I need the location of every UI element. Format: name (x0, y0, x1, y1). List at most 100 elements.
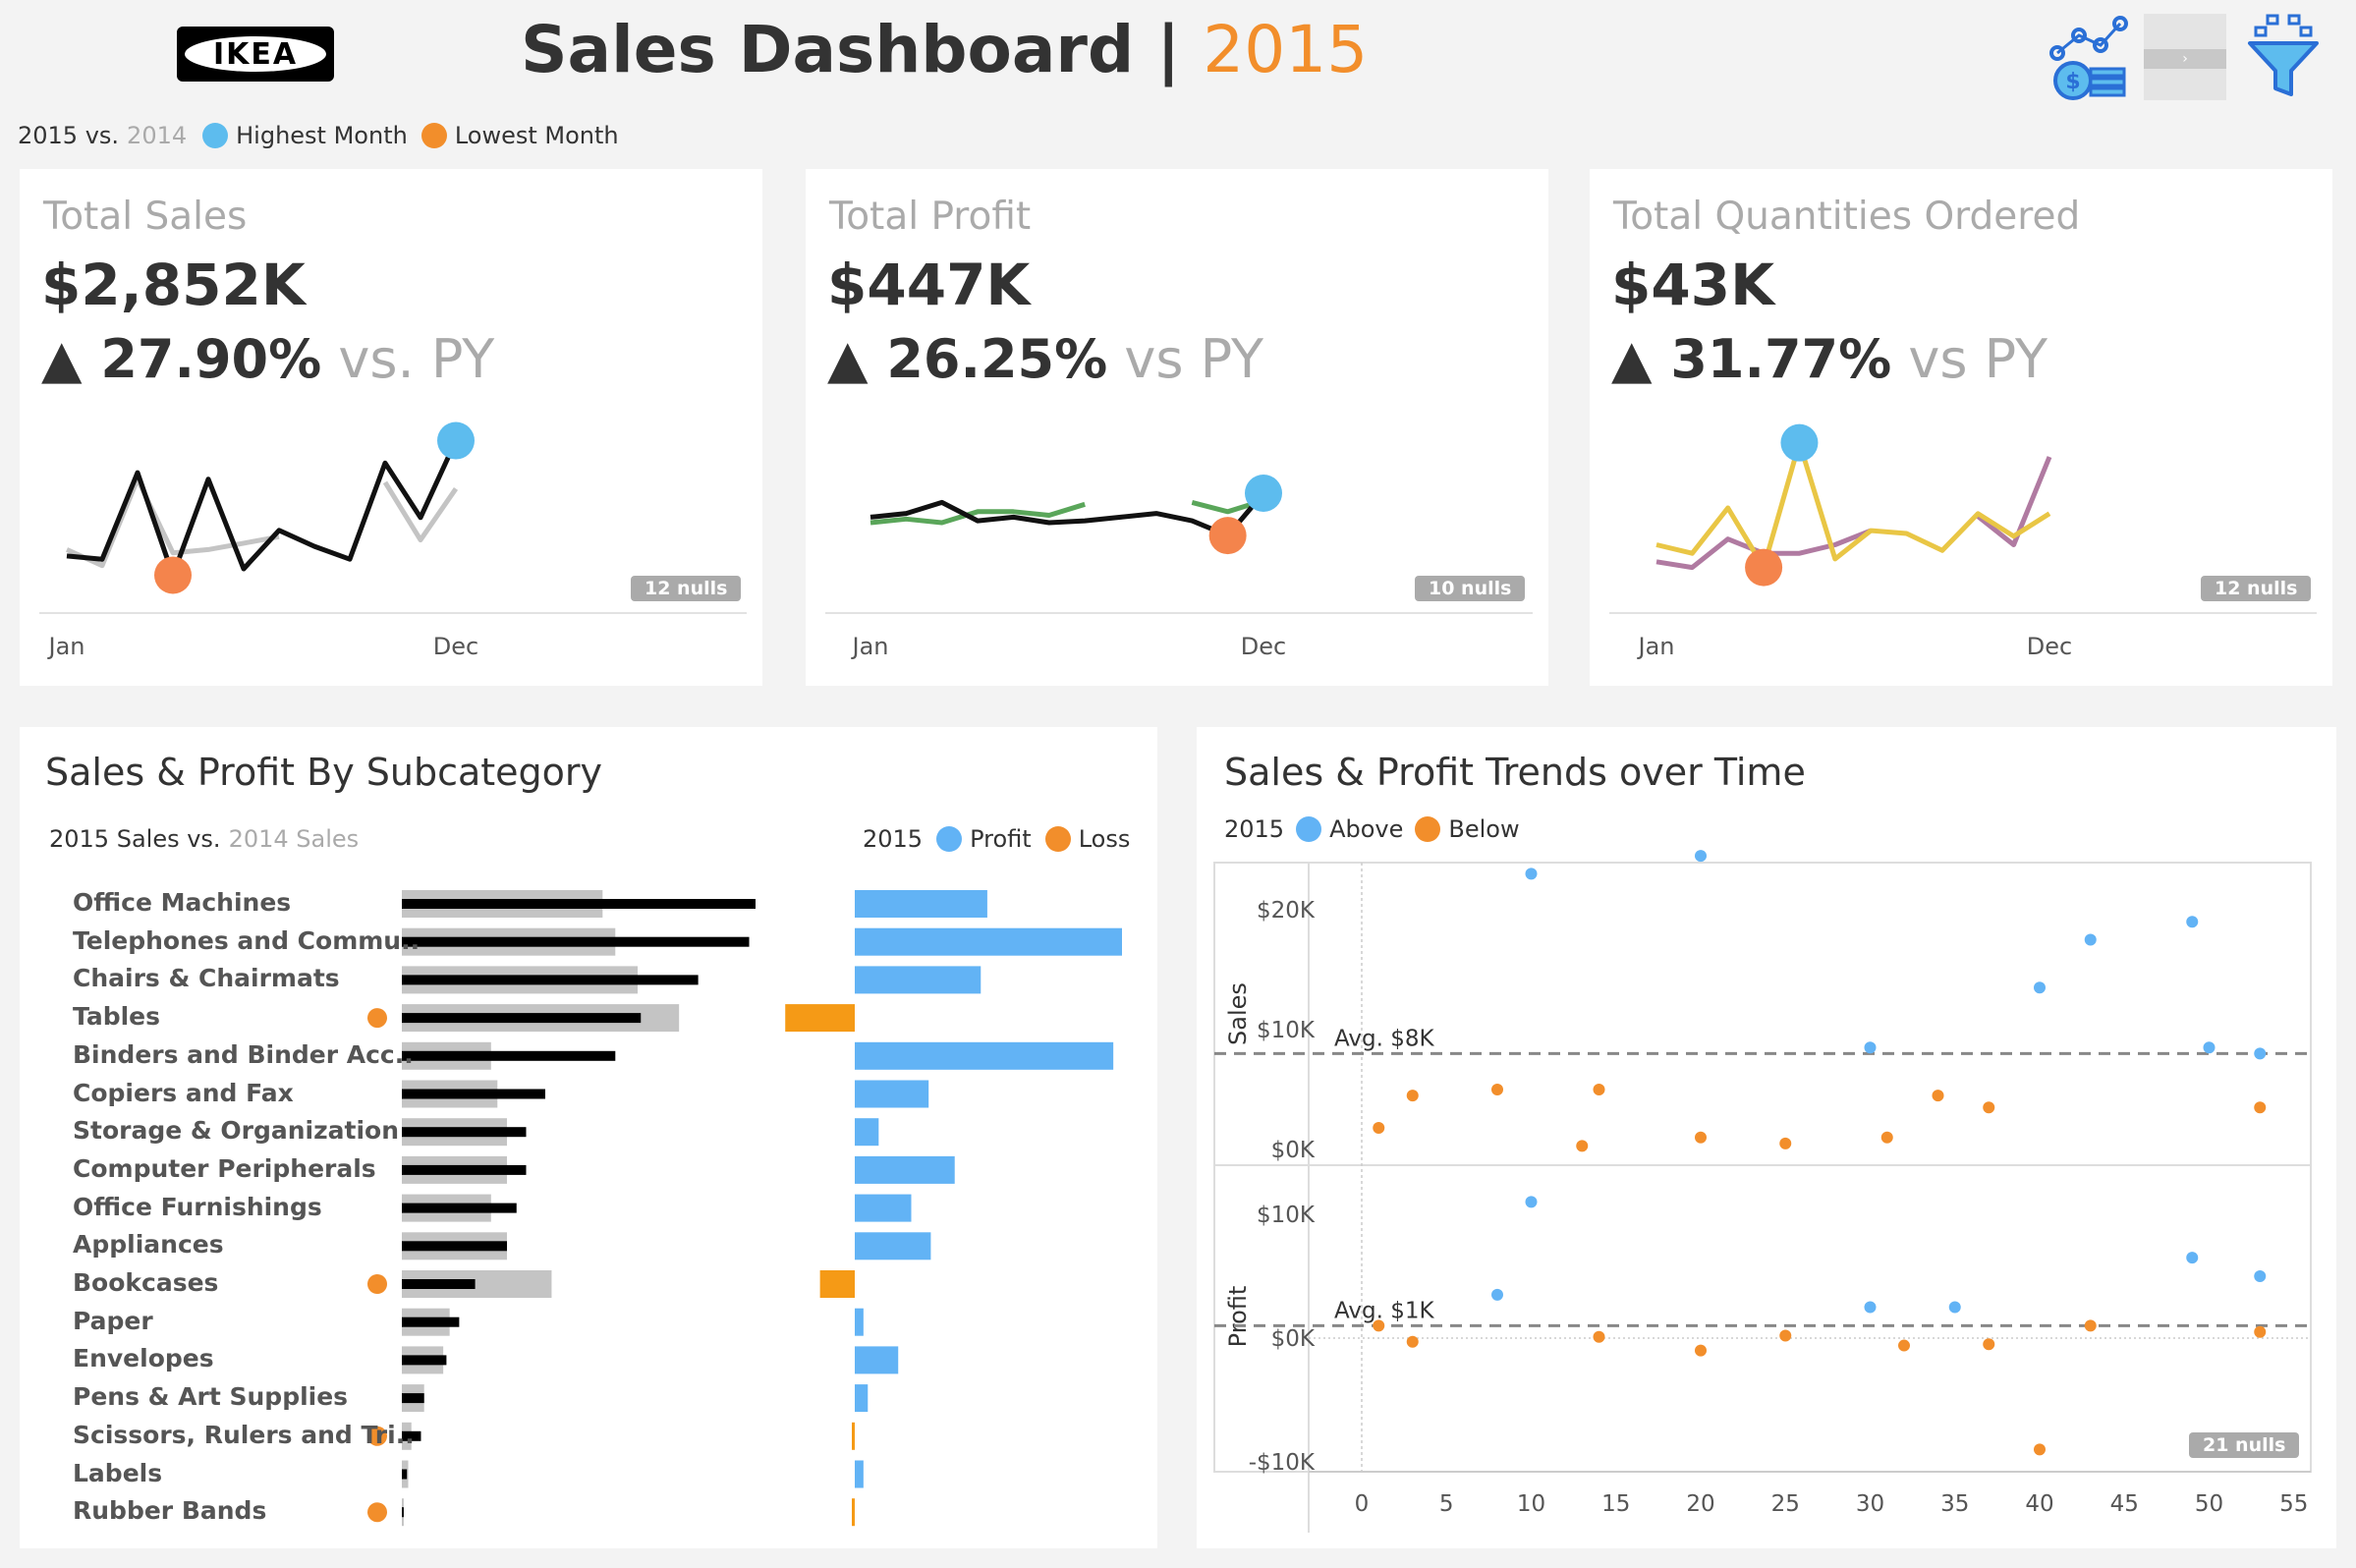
subcategory-label: Tables (73, 1002, 161, 1032)
profit-point-below (1593, 1330, 1605, 1343)
prior-year-line (382, 480, 459, 543)
trends-panel: Sales & Profit Trends over Time 2015 Abo… (1197, 727, 2336, 1548)
sales-axis-title: Sales (1224, 982, 1252, 1045)
current-year-sales-bar (402, 1089, 545, 1099)
profit-bar (855, 1080, 929, 1108)
current-year-sales-bar (402, 1316, 460, 1327)
current-year-line (869, 491, 1265, 538)
profit-point-above (1491, 1288, 1503, 1301)
lowest-month-point (1208, 517, 1247, 555)
x-tick-label: 45 (2110, 1491, 2139, 1517)
page-title-year: 2015 (1203, 12, 1369, 87)
current-year-sales-bar (402, 936, 750, 947)
profit-bar (855, 1041, 1114, 1070)
x-tick-label: 5 (1439, 1491, 1454, 1517)
x-tick-label: 10 (1517, 1491, 1545, 1517)
nulls-badge: 12 nulls (631, 576, 742, 601)
subcategory-label: Labels (73, 1458, 163, 1487)
sales-point-above (2254, 1047, 2267, 1060)
profit-bar (855, 1460, 864, 1488)
current-year-sales-bar (402, 1203, 517, 1213)
current-year-line (66, 439, 459, 578)
y-tick-label: $10K (1257, 1203, 1316, 1228)
profit-bar (855, 927, 1122, 956)
subcategory-label: Bookcases (73, 1268, 219, 1297)
lowest-month-marker (421, 123, 447, 148)
nulls-badge: 21 nulls (2189, 1432, 2300, 1458)
subcategory-label: Envelopes (73, 1344, 214, 1373)
chevron-right-icon: › (2144, 49, 2226, 69)
profit-point-below (1406, 1335, 1419, 1348)
x-tick-label: Jan (1637, 633, 1675, 660)
subcategory-label: Telephones and Commu.. (73, 925, 421, 955)
sales-average-label: Avg. $8K (1334, 1026, 1434, 1051)
profit-bar (855, 1384, 869, 1413)
profit-bar (855, 1346, 899, 1374)
subcategory-panel: Sales & Profit By Subcategory 2015 Sales… (20, 727, 1157, 1548)
sales-point-above (1864, 1041, 1877, 1054)
legend-current: 2015 vs. (18, 122, 120, 149)
loss-indicator-dot (367, 1274, 387, 1294)
subcategory-label: Office Furnishings (73, 1192, 322, 1221)
top-legend: 2015 vs. 2014 Highest Month Lowest Month (18, 122, 619, 149)
y-tick-label: $0K (1271, 1138, 1316, 1163)
loss-indicator-dot (367, 1008, 387, 1029)
x-tick-label: Dec (433, 633, 478, 660)
current-year-sales-bar (402, 1164, 527, 1175)
x-tick-label: 30 (1856, 1491, 1884, 1517)
current-year-sales-bar (402, 1279, 476, 1289)
profit-point-above (2254, 1270, 2267, 1282)
highest-month-point (1780, 423, 1819, 462)
sales-point-above (2186, 916, 2199, 928)
current-year-sales-bar (402, 1013, 642, 1024)
current-year-sales-bar (402, 1507, 404, 1518)
y-tick-label: -$10K (1249, 1450, 1316, 1476)
page-title: Sales Dashboard | 2015 (521, 12, 1368, 87)
chart-frame (1213, 862, 2312, 1473)
logo-text: IKEA (185, 36, 326, 72)
sales-point-below (1932, 1090, 1944, 1102)
profit-point-below (1898, 1339, 1910, 1352)
subcategory-label: Scissors, Rulers and Tri.. (73, 1420, 415, 1449)
profit-bar (855, 890, 987, 918)
y-tick-label: $10K (1257, 1018, 1316, 1043)
profit-point-below (1983, 1338, 1995, 1351)
current-year-sales-bar (402, 1355, 447, 1366)
current-year-sales-bar (402, 1393, 424, 1404)
legend-highest: Highest Month (236, 122, 408, 149)
filter-icon[interactable] (2246, 12, 2321, 100)
subcategory-label: Pens & Art Supplies (73, 1382, 349, 1412)
sales-point-below (1983, 1101, 1995, 1114)
profit-bar (855, 1308, 864, 1336)
x-tick-label: 20 (1686, 1491, 1714, 1517)
current-year-sales-bar (402, 1127, 527, 1138)
sales-point-below (1576, 1140, 1589, 1152)
x-tick-label: 40 (2025, 1491, 2053, 1517)
current-year-sales-bar (402, 1241, 508, 1252)
kpi-card-quantity: Total Quantities Ordered $43K ▲ 31.77% v… (1590, 169, 2332, 686)
x-tick-label: Dec (1241, 633, 1286, 660)
sales-point-above (2203, 1041, 2216, 1054)
kpi-card-sales: Total Sales $2,852K ▲ 27.90% vs. PY Jan D… (20, 169, 762, 686)
toggle-button[interactable]: › (2144, 14, 2226, 100)
sales-point-below (1406, 1090, 1419, 1102)
current-year-sales-bar (402, 899, 756, 909)
ikea-logo: IKEA (177, 27, 334, 82)
profit-bar (855, 1118, 879, 1147)
y-tick-label: $0K (1271, 1326, 1316, 1352)
lowest-month-point (154, 556, 192, 594)
profit-bar (855, 966, 982, 994)
current-year-sales-bar (402, 1469, 408, 1480)
sales-sparkline: Jan Dec (39, 421, 747, 660)
profit-bar (855, 1155, 955, 1184)
sales-chart-icon[interactable]: $ (2044, 12, 2130, 102)
subcategory-label: Storage & Organization (73, 1116, 400, 1146)
sales-point-below (1779, 1137, 1792, 1149)
loss-bar (852, 1422, 855, 1450)
subcategory-label: Chairs & Chairmats (73, 964, 340, 993)
profit-point-below (2084, 1319, 2097, 1332)
highest-month-point (437, 421, 475, 460)
subcategory-label: Computer Peripherals (73, 1153, 376, 1183)
current-year-sales-bar (402, 1050, 616, 1061)
sales-point-above (2084, 933, 2097, 946)
